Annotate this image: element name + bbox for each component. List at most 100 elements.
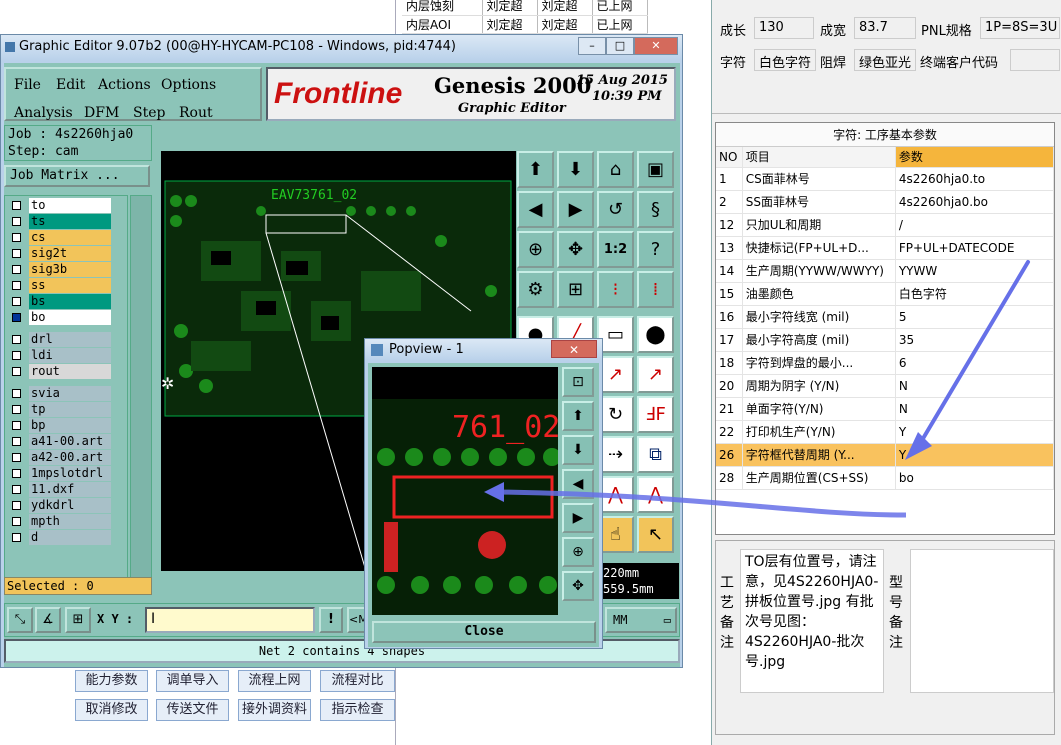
layer-checkbox[interactable]	[12, 405, 21, 414]
layer-checkbox[interactable]	[12, 233, 21, 242]
undo-icon[interactable]: ↺	[597, 191, 634, 228]
layer-checkbox[interactable]	[12, 201, 21, 210]
pan-left-icon[interactable]: ◀	[517, 191, 554, 228]
layer-row[interactable]: cs	[9, 230, 124, 245]
warning-icon[interactable]: !	[319, 607, 343, 633]
zoom-fit-icon[interactable]: ⊕	[517, 231, 554, 268]
mirror-icon[interactable]: ℲF	[637, 396, 674, 433]
grid-icon[interactable]: ⊞	[557, 271, 594, 308]
pv-fit-icon[interactable]: ⊡	[562, 367, 594, 397]
layer-checkbox[interactable]	[12, 517, 21, 526]
snap-icon[interactable]: ⚙	[517, 271, 554, 308]
layer-checkbox[interactable]	[12, 351, 21, 360]
flow-online-button[interactable]: 流程上网	[238, 670, 311, 692]
layer-checkbox[interactable]	[12, 313, 21, 322]
external-data-button[interactable]: 接外调资料	[238, 699, 311, 721]
layer-checkbox[interactable]	[12, 249, 21, 258]
layer-row[interactable]: a42-00.art	[9, 450, 124, 465]
close-window-button[interactable]: ✕	[634, 37, 678, 55]
send-file-button[interactable]: 传送文件	[156, 699, 229, 721]
layer-checkbox[interactable]	[12, 265, 21, 274]
layer-scrollbar[interactable]	[130, 195, 152, 579]
param-row[interactable]: 21 单面字符(Y/N) N	[716, 397, 1055, 421]
layer-checkbox[interactable]	[12, 501, 21, 510]
layer-row[interactable]: ts	[9, 214, 124, 229]
group-icon[interactable]: ⧉	[637, 436, 674, 473]
menu-options[interactable]: Options	[161, 77, 216, 93]
popview-canvas[interactable]: 761_02	[372, 367, 558, 615]
layer-checkbox[interactable]	[12, 453, 21, 462]
layer-row[interactable]: svia	[9, 386, 124, 401]
pv-right-icon[interactable]: ▶	[562, 503, 594, 533]
check-instruction-button[interactable]: 指示检查	[320, 699, 395, 721]
zoom-center-icon[interactable]: ✥	[557, 231, 594, 268]
layer-checkbox[interactable]	[12, 533, 21, 542]
col-header-no[interactable]: NO	[716, 147, 743, 168]
pv-down-icon[interactable]: ⬇	[562, 435, 594, 465]
layer-row[interactable]: rout	[9, 364, 124, 379]
popview-close-button[interactable]: Close	[372, 621, 596, 643]
layer-row[interactable]: d	[9, 530, 124, 545]
zoom-area-icon[interactable]: ⤡	[7, 607, 33, 633]
menu-file[interactable]: File	[14, 77, 41, 93]
layer-checkbox[interactable]	[12, 297, 21, 306]
col-header-item[interactable]: 项目	[742, 147, 896, 168]
layer-checkbox[interactable]	[12, 421, 21, 430]
layer-row[interactable]: to	[9, 198, 124, 213]
menu-edit[interactable]: Edit	[56, 77, 85, 93]
pv-zoom-out-icon[interactable]: ✥	[562, 571, 594, 601]
cancel-change-button[interactable]: 取消修改	[75, 699, 148, 721]
layer-row[interactable]: ldi	[9, 348, 124, 363]
layer-row[interactable]: a41-00.art	[9, 434, 124, 449]
param-row[interactable]: 17 最小字符高度 (mil) 35	[716, 328, 1055, 352]
minimize-button[interactable]: –	[578, 37, 606, 55]
layer-row[interactable]: drl	[9, 332, 124, 347]
layer-checkbox[interactable]	[12, 367, 21, 376]
layer-row[interactable]: bp	[9, 418, 124, 433]
net-select-icon[interactable]: ⁞	[637, 271, 674, 308]
layer-checkbox[interactable]	[12, 389, 21, 398]
menu-actions[interactable]: Actions	[98, 77, 151, 93]
param-row[interactable]: 13 快捷标记(FP+UL+D... FP+UL+DATECODE	[716, 236, 1055, 260]
param-row[interactable]: 18 字符到焊盘的最小... 6	[716, 351, 1055, 375]
snap-grid-icon[interactable]: ⊞	[65, 607, 91, 633]
layer-row[interactable]: sig3b	[9, 262, 124, 277]
param-row[interactable]: 28 生产周期位置(CS+SS) bo	[716, 466, 1055, 490]
measure-angle-icon[interactable]: ∡	[35, 607, 61, 633]
table-row[interactable]: 内层蚀刻 刘定超 刘定超 已上网	[402, 0, 648, 16]
soldermask-field[interactable]: 绿色亚光	[854, 49, 916, 71]
width-field[interactable]: 83.7	[854, 17, 916, 39]
menu-dfm[interactable]: DFM	[84, 105, 119, 121]
pnl-field[interactable]: 1P=8S=3U	[980, 17, 1060, 39]
help-icon[interactable]: ?	[637, 231, 674, 268]
zoom-up-icon[interactable]: ⬆	[517, 151, 554, 188]
layer-row[interactable]: tp	[9, 402, 124, 417]
scale-icon[interactable]: 1:2	[597, 231, 634, 268]
layer-checkbox[interactable]	[12, 217, 21, 226]
param-row[interactable]: 16 最小字符线宽 (mil) 5	[716, 305, 1055, 329]
redraw-icon[interactable]: §	[637, 191, 674, 228]
layer-row[interactable]: bo	[9, 310, 124, 325]
silkscreen-field[interactable]: 白色字符	[754, 49, 816, 71]
layer-checkbox[interactable]	[12, 335, 21, 344]
xy-input[interactable]: I	[145, 607, 315, 633]
layer-row[interactable]: sig2t	[9, 246, 124, 261]
length-field[interactable]: 130	[754, 17, 814, 39]
param-row[interactable]: 12 只加UL和周期 /	[716, 213, 1055, 237]
layer-row[interactable]: 11.dxf	[9, 482, 124, 497]
layer-row[interactable]: ydkdrl	[9, 498, 124, 513]
capability-params-button[interactable]: 能力参数	[75, 670, 148, 692]
arc2-icon[interactable]: ⋀	[637, 476, 674, 513]
maximize-button[interactable]: □	[606, 37, 634, 55]
zoom-down-icon[interactable]: ⬇	[557, 151, 594, 188]
param-row[interactable]: 15 油墨颜色 白色字符	[716, 282, 1055, 306]
col-header-param[interactable]: 参数	[895, 147, 1055, 168]
param-row[interactable]: 2 SS面菲林号 4s2260hja0.bo	[716, 190, 1055, 214]
menu-analysis[interactable]: Analysis	[14, 105, 73, 121]
move-line-icon[interactable]: ↗	[637, 356, 674, 393]
popview-close-icon[interactable]: ✕	[551, 340, 597, 358]
window-icon[interactable]: ▣	[637, 151, 674, 188]
layer-row[interactable]: mpth	[9, 514, 124, 529]
flow-compare-button[interactable]: 流程对比	[320, 670, 395, 692]
param-row[interactable]: 22 打印机生产(Y/N) Y	[716, 420, 1055, 444]
